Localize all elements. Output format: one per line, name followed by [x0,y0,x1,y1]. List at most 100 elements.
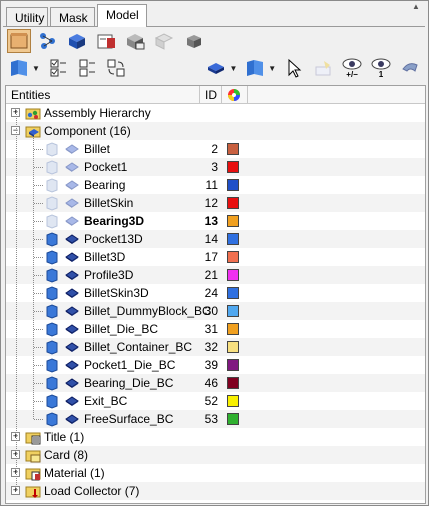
color-swatch[interactable] [227,323,239,335]
color-swatch[interactable] [227,215,239,227]
shown-state-icon[interactable] [44,231,60,247]
component-row[interactable]: Bearing_Die_BC 46 [6,374,425,392]
assembly-view-icon[interactable] [36,29,60,53]
id-column-header[interactable]: ID [200,86,222,104]
color-swatch[interactable] [227,287,239,299]
color-swatch[interactable] [227,305,239,317]
undo-icon[interactable] [398,56,422,80]
property-view-icon[interactable] [123,29,147,53]
chevron-down-icon[interactable]: ▼ [229,64,237,73]
hidden-state-icon[interactable] [44,141,60,157]
shaded-mode-icon[interactable] [205,56,229,80]
element-view-icon[interactable] [152,29,176,53]
component-name: Billet3D [84,250,126,264]
color-swatch[interactable] [227,233,239,245]
component-row[interactable]: BilletSkin 12 [6,194,425,212]
display-mode-icon[interactable] [7,56,31,80]
tree-group-row[interactable]: + Title (1) [6,428,425,446]
chevron-down-icon[interactable]: ▼ [268,64,276,73]
tree-group-row[interactable]: + Material (1) [6,464,425,482]
scroll-up-icon[interactable]: ▲ [411,3,421,11]
component-row[interactable]: Billet_Container_BC 32 [6,338,425,356]
entities-column-header[interactable]: Entities [6,86,200,104]
show-hide-toggle-icon[interactable]: +/− [340,56,364,80]
tree-group-row[interactable]: − Component (16) [6,122,425,140]
hidden-state-icon[interactable] [44,159,60,175]
color-swatch[interactable] [227,359,239,371]
pointer-icon[interactable] [282,56,306,80]
shown-state-icon[interactable] [44,285,60,301]
component-row[interactable]: Bearing 11 [6,176,425,194]
component-icon [64,141,80,157]
solid-view-icon[interactable] [65,29,89,53]
shown-state-icon[interactable] [44,357,60,373]
component-row[interactable]: Pocket1 3 [6,158,425,176]
component-id: 24 [204,286,218,300]
reverse-selection-icon[interactable] [104,56,128,80]
color-swatch[interactable] [227,269,239,281]
component-row[interactable]: Profile3D 21 [6,266,425,284]
tab-bar: Utility Mask Model ▲ [3,3,425,27]
color-swatch[interactable] [227,341,239,353]
component-row[interactable]: BilletSkin3D 24 [6,284,425,302]
color-wheel-icon [228,89,240,101]
tab-mask[interactable]: Mask [50,7,95,27]
component-row[interactable]: Bearing3D 13 [6,212,425,230]
color-swatch[interactable] [227,143,239,155]
component-name: Pocket13D [84,232,143,246]
color-swatch[interactable] [227,197,239,209]
shown-state-icon[interactable] [44,267,60,283]
folder-icon [25,465,41,481]
tree-header: Entities ID [6,86,425,104]
hidden-state-icon[interactable] [44,213,60,229]
select-none-icon[interactable] [75,56,99,80]
color-swatch[interactable] [227,251,239,263]
tree-group-row[interactable]: + Card (8) [6,446,425,464]
material-view-icon[interactable] [94,29,118,53]
component-row[interactable]: Billet_Die_BC 31 [6,320,425,338]
tree-group-label: Load Collector (7) [44,484,140,498]
component-row[interactable]: Billet3D 17 [6,248,425,266]
shown-state-icon[interactable] [44,339,60,355]
shown-state-icon[interactable] [44,249,60,265]
component-id: 2 [211,142,218,156]
shown-state-icon[interactable] [44,375,60,391]
chevron-down-icon[interactable]: ▼ [32,64,40,73]
color-swatch[interactable] [227,413,239,425]
wireframe-mode-icon[interactable] [243,56,267,80]
component-row[interactable]: Pocket13D 14 [6,230,425,248]
color-swatch[interactable] [227,161,239,173]
color-column-header[interactable] [222,86,248,104]
component-name: Pocket1 [84,160,128,174]
component-row[interactable]: Pocket1_Die_BC 39 [6,356,425,374]
select-all-icon[interactable] [46,56,70,80]
component-row[interactable]: Billet_DummyBlock_BC 30 [6,302,425,320]
component-id: 17 [204,250,218,264]
color-swatch[interactable] [227,179,239,191]
tree-group-row[interactable]: + Assembly Hierarchy [6,104,425,122]
shown-state-icon[interactable] [44,321,60,337]
component-row[interactable]: Billet 2 [6,140,425,158]
isolate-icon[interactable] [311,56,335,80]
tree-group-label: Assembly Hierarchy [44,106,151,120]
color-swatch[interactable] [227,395,239,407]
shown-state-icon[interactable] [44,303,60,319]
component-icon [64,177,80,193]
component-row[interactable]: FreeSurface_BC 53 [6,410,425,428]
hidden-state-icon[interactable] [44,195,60,211]
tree-connector [34,383,43,384]
show-only-icon[interactable]: 1 [369,56,393,80]
shown-state-icon[interactable] [44,411,60,427]
color-swatch[interactable] [227,377,239,389]
hidden-state-icon[interactable] [44,177,60,193]
tab-model[interactable]: Model [97,4,147,27]
shown-state-icon[interactable] [44,393,60,409]
tree-group-row[interactable]: + Load Collector (7) [6,482,425,500]
load-view-icon[interactable] [181,29,205,53]
component-row[interactable]: Exit_BC 52 [6,392,425,410]
component-name: Profile3D [84,268,134,282]
tab-utility[interactable]: Utility [6,7,48,27]
component-id: 11 [205,178,218,192]
component-view-icon[interactable] [7,29,31,53]
component-icon [64,159,80,175]
